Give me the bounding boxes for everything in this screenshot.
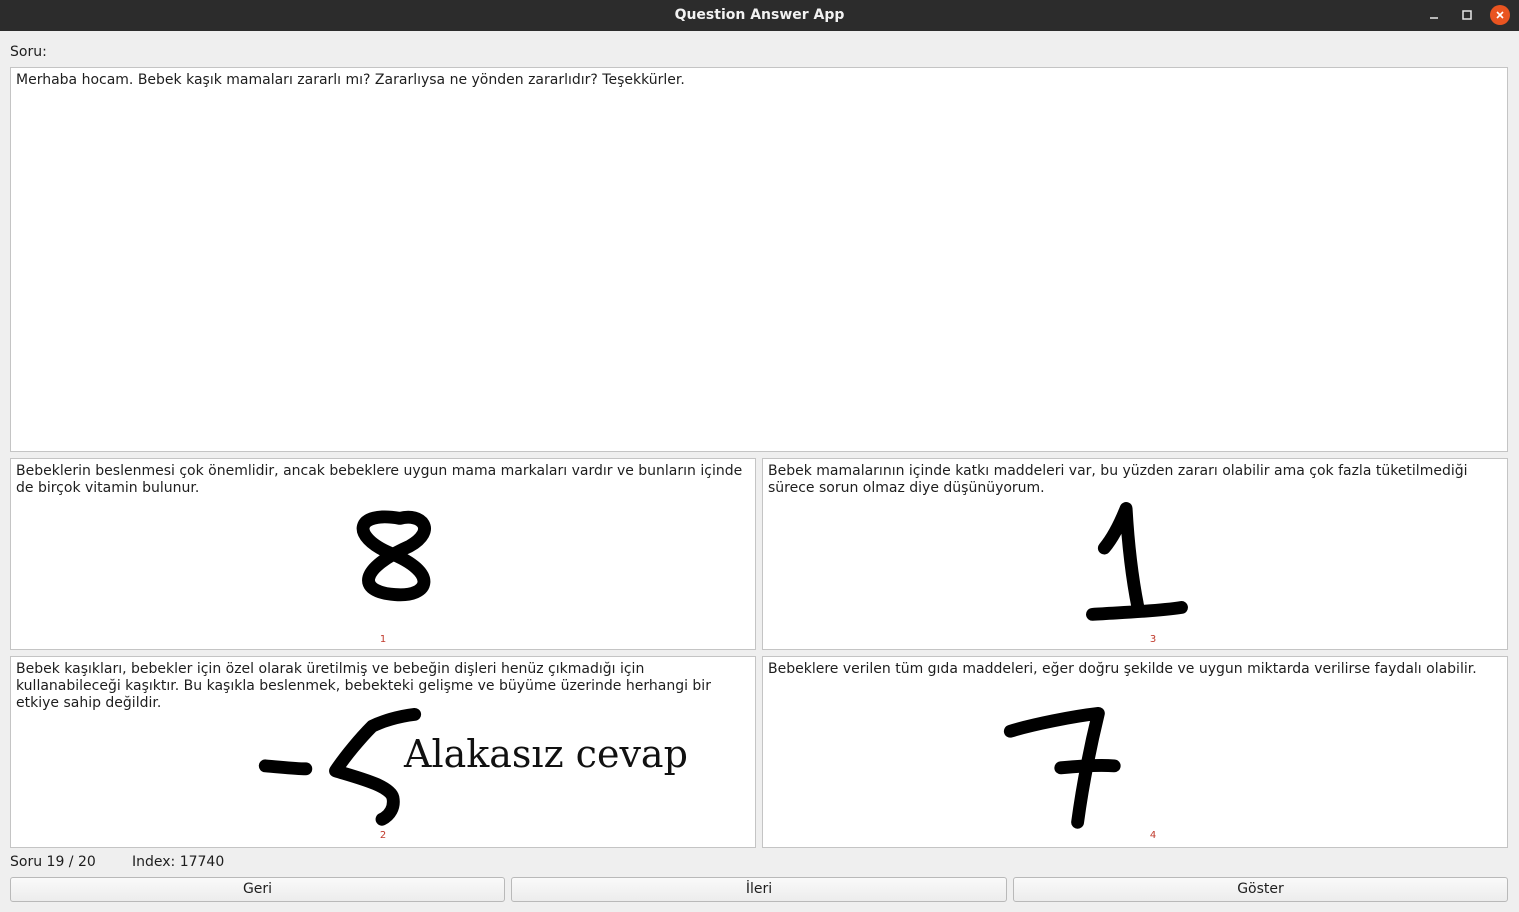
answer-text-1: Bebeklerin beslenmesi çok önemlidir, anc… — [16, 463, 743, 496]
answer-text-3: Bebek kaşıkları, bebekler için özel olar… — [16, 661, 711, 711]
answer-index-4: 4 — [1149, 830, 1157, 841]
answer-box-1[interactable]: Bebeklerin beslenmesi çok önemlidir, anc… — [10, 458, 756, 650]
window-title: Question Answer App — [674, 7, 845, 23]
question-progress: Soru 19 / 20 — [10, 854, 96, 870]
answer-index-2: 3 — [1149, 634, 1157, 645]
handwritten-annotation: Alakasız cevap — [404, 732, 688, 776]
answer-index-3: 2 — [379, 830, 387, 841]
maximize-icon — [1462, 10, 1472, 20]
show-button[interactable]: Göster — [1013, 877, 1508, 902]
handwritten-score-7 — [1003, 706, 1121, 829]
answer-box-3[interactable]: Bebek kaşıkları, bebekler için özel olar… — [10, 656, 756, 848]
question-textbox[interactable]: Merhaba hocam. Bebek kaşık mamaları zara… — [10, 67, 1508, 452]
back-button[interactable]: Geri — [10, 877, 505, 902]
answer-index-1: 1 — [379, 634, 387, 645]
answer-box-2[interactable]: Bebek mamalarının içinde katkı maddeleri… — [762, 458, 1508, 650]
title-bar: Question Answer App — [0, 0, 1519, 31]
answer-box-4[interactable]: Bebeklere verilen tüm gıda maddeleri, eğ… — [762, 656, 1508, 848]
minimize-button[interactable] — [1423, 5, 1445, 25]
maximize-button[interactable] — [1456, 5, 1478, 25]
close-button[interactable] — [1489, 5, 1511, 25]
question-text: Merhaba hocam. Bebek kaşık mamaları zara… — [16, 72, 685, 88]
answer-text-4: Bebeklere verilen tüm gıda maddeleri, eğ… — [768, 661, 1477, 677]
answer-text-2: Bebek mamalarının içinde katkı maddeleri… — [768, 463, 1468, 496]
next-button[interactable]: İleri — [511, 877, 1007, 902]
minimize-icon — [1430, 17, 1438, 19]
question-label: Soru: — [10, 44, 47, 60]
question-index: Index: 17740 — [132, 854, 225, 870]
close-icon — [1496, 11, 1504, 19]
